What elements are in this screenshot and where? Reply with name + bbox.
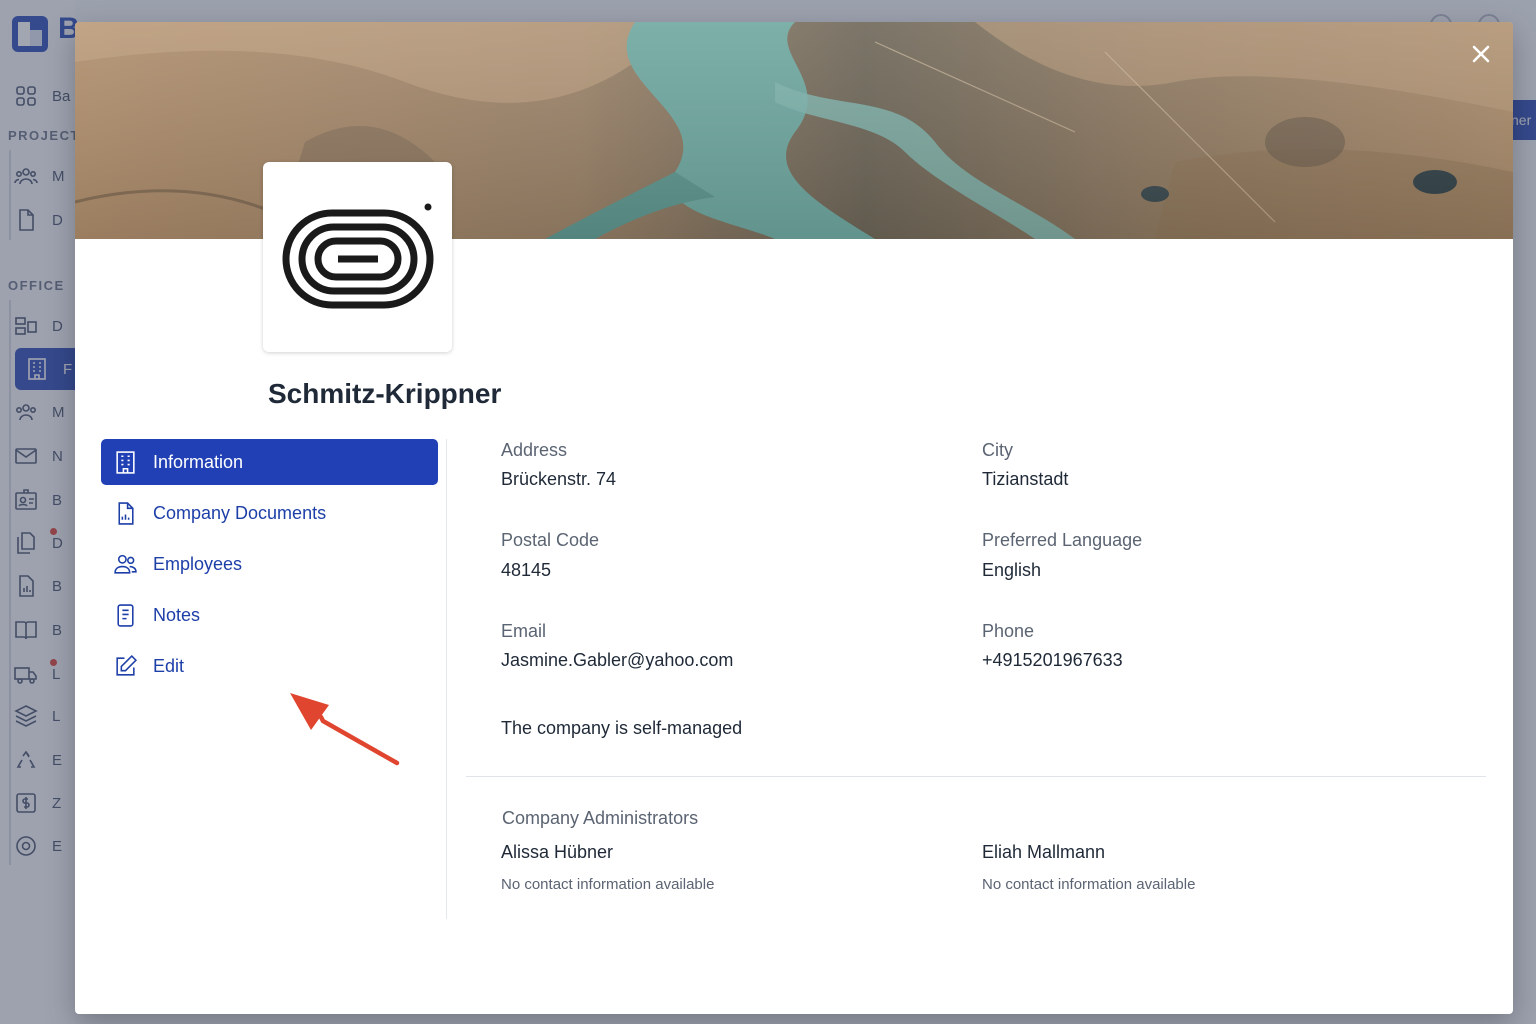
self-managed-text: The company is self-managed [501, 718, 743, 738]
company-detail-modal: Schmitz-Krippner Information Company Doc… [75, 22, 1513, 1014]
edit-icon [116, 654, 138, 676]
postal-code-label: Postal Code [501, 530, 600, 550]
address-value: Brückenstr. 74 [501, 469, 617, 489]
close-icon[interactable] [1469, 42, 1493, 66]
phone-value: +4915201967633 [982, 650, 1123, 670]
email-label: Email [501, 621, 547, 641]
section-divider [466, 776, 1486, 777]
nav-item-label: Edit [153, 655, 185, 676]
building-icon [116, 450, 135, 474]
nav-item-employees[interactable]: Employees [101, 541, 438, 587]
administrator-contact: No contact information available [982, 876, 1196, 893]
company-name: Schmitz-Krippner [268, 378, 502, 409]
administrator-name: Eliah Mallmann [982, 842, 1106, 862]
company-administrators-heading: Company Administrators [502, 808, 699, 828]
city-value: Tizianstadt [982, 469, 1069, 489]
nav-item-label: Employees [153, 553, 243, 574]
address-label: Address [501, 440, 568, 460]
nav-item-label: Company Documents [153, 502, 327, 523]
nav-item-notes[interactable]: Notes [101, 592, 438, 638]
nav-item-information[interactable]: Information [101, 439, 438, 485]
administrator-name: Alissa Hübner [501, 842, 614, 862]
nav-item-company-documents[interactable]: Company Documents [101, 490, 438, 536]
document-icon [118, 501, 134, 525]
nav-item-label: Notes [153, 604, 201, 625]
postal-code-value: 48145 [501, 560, 552, 580]
nav-divider [446, 439, 447, 919]
users-icon [114, 554, 137, 574]
administrator-contact: No contact information available [501, 876, 715, 893]
company-nav: Information Company Documents Employees … [101, 439, 438, 694]
phone-label: Phone [982, 621, 1035, 641]
nav-item-edit[interactable]: Edit [101, 643, 438, 689]
email-value: Jasmine.Gabler@yahoo.com [501, 650, 734, 670]
city-label: City [982, 440, 1013, 460]
preferred-language-label: Preferred Language [982, 530, 1143, 550]
company-logo-mark [282, 203, 433, 309]
annotation-arrow-icon [290, 693, 400, 766]
nav-item-label: Information [153, 451, 244, 472]
notes-icon [117, 603, 134, 627]
preferred-language-value: English [982, 560, 1042, 580]
company-logo [263, 162, 452, 352]
